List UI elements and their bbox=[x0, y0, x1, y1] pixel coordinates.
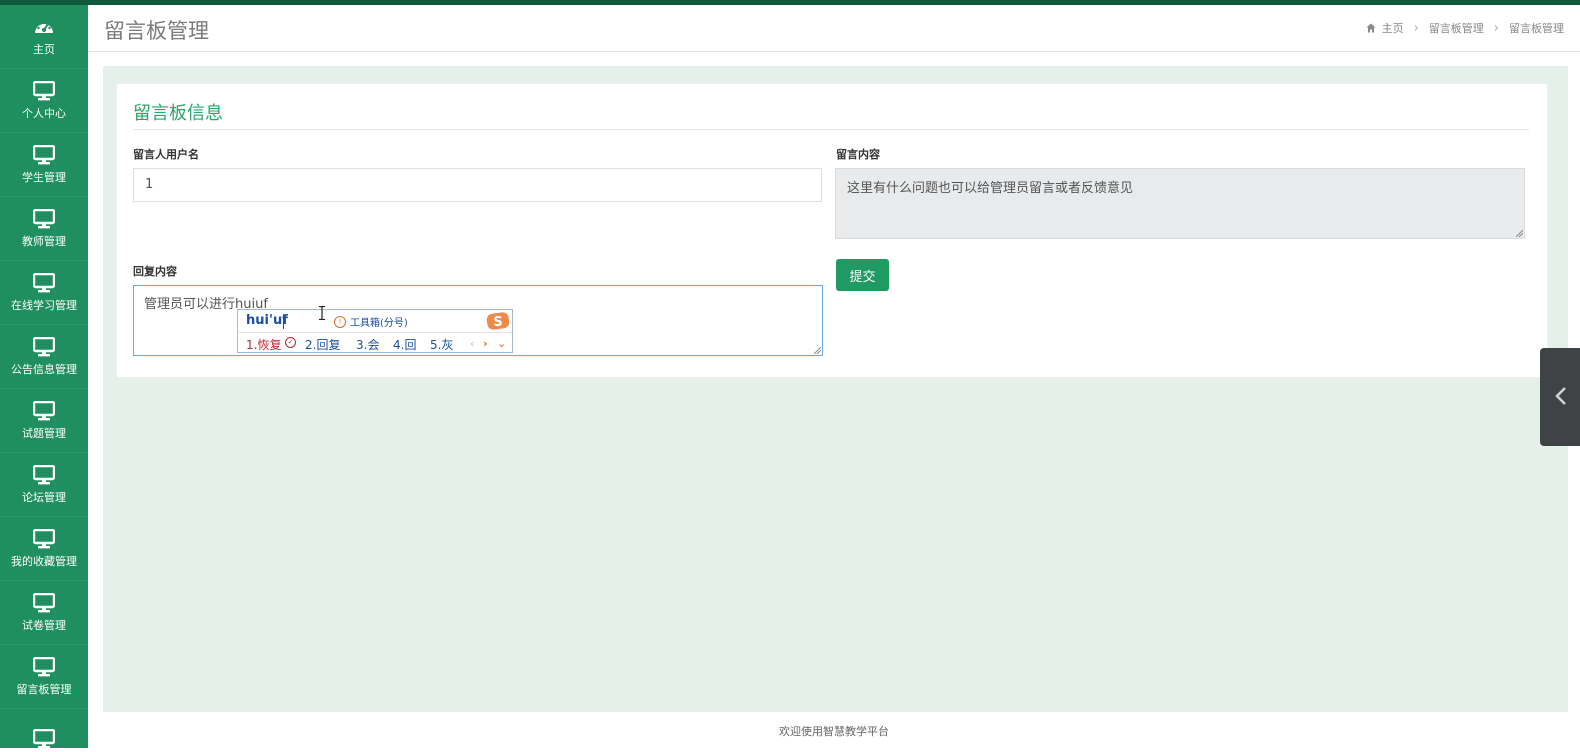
info-icon: ! bbox=[334, 315, 346, 328]
footer-text: 欢迎使用智慧教学平台 bbox=[779, 725, 889, 738]
sidebar-item-personal-center[interactable]: 个人中心 bbox=[0, 69, 88, 133]
breadcrumb-home[interactable]: 主页 bbox=[1382, 20, 1404, 36]
breadcrumb: 主页 › 留言板管理 › 留言板管理 bbox=[1366, 20, 1564, 36]
sidebar-item-more[interactable] bbox=[0, 709, 88, 748]
ime-toolbox-label: 工具箱(分号) bbox=[350, 318, 408, 329]
ime-candidate-3[interactable]: 3.会 bbox=[356, 336, 379, 353]
sidebar-item-label: 学生管理 bbox=[22, 170, 66, 184]
sidebar-item-label: 主页 bbox=[33, 42, 55, 56]
monitor-icon bbox=[33, 144, 55, 164]
resize-handle-icon[interactable] bbox=[814, 347, 821, 354]
sogou-logo-icon: S bbox=[486, 312, 510, 330]
ime-caret bbox=[283, 314, 284, 329]
divider bbox=[133, 129, 1529, 130]
dashboard-icon bbox=[35, 21, 53, 33]
sidebar-item-label: 公告信息管理 bbox=[11, 362, 77, 376]
sidebar-item-exam-papers[interactable]: 试卷管理 bbox=[0, 581, 88, 645]
monitor-icon bbox=[33, 528, 55, 548]
ime-toolbox[interactable]: ! 工具箱(分号) bbox=[334, 314, 408, 329]
chevron-right-icon: › bbox=[1413, 20, 1419, 36]
sidebar-item-questions[interactable]: 试题管理 bbox=[0, 389, 88, 453]
footer: 欢迎使用智慧教学平台 bbox=[88, 712, 1580, 748]
chevron-right-icon: › bbox=[1493, 20, 1499, 36]
chevron-left-icon bbox=[1555, 387, 1566, 405]
text-cursor-icon bbox=[319, 306, 325, 320]
page-title: 留言板管理 bbox=[104, 19, 209, 43]
ime-prev-icon[interactable]: ‹ bbox=[470, 337, 474, 350]
breadcrumb-section[interactable]: 留言板管理 bbox=[1429, 20, 1484, 36]
home-icon bbox=[1366, 23, 1376, 33]
sidebar-item-online-learning[interactable]: 在线学习管理 bbox=[0, 261, 88, 325]
monitor-icon bbox=[33, 208, 55, 228]
sidebar-item-label: 论坛管理 bbox=[22, 490, 66, 504]
sidebar-item-forum[interactable]: 论坛管理 bbox=[0, 453, 88, 517]
sidebar-item-message-board[interactable]: 留言板管理 bbox=[0, 645, 88, 709]
monitor-icon bbox=[33, 728, 55, 748]
breadcrumb-current: 留言板管理 bbox=[1509, 22, 1564, 35]
ime-composition: hui'uf bbox=[246, 313, 288, 328]
sidebar-item-label: 在线学习管理 bbox=[11, 298, 77, 312]
username-label: 留言人用户名 bbox=[133, 148, 199, 161]
monitor-icon bbox=[33, 336, 55, 356]
sidebar-item-label: 留言板管理 bbox=[16, 682, 72, 696]
page-header: 留言板管理 主页 › 留言板管理 › 留言板管理 bbox=[88, 5, 1580, 52]
ime-candidates-row: 1.恢复 ✓ 2.回复 3.会 4.回 5.灰 ‹ › ⌄ bbox=[238, 332, 512, 353]
check-icon: ✓ bbox=[285, 337, 296, 348]
content-label: 留言内容 bbox=[836, 148, 880, 161]
ime-candidate-popup: hui'uf ! 工具箱(分号) S 1.恢复 ✓ 2.回复 3.会 4.回 5… bbox=[237, 309, 513, 353]
sidebar: 主页 个人中心 学生管理 教师管理 在线学习管理 公告信息管理 试题管理 论坛管… bbox=[0, 5, 88, 748]
ime-candidate-1[interactable]: 1.恢复 bbox=[246, 336, 281, 353]
monitor-icon bbox=[33, 464, 55, 484]
sidebar-item-label: 试卷管理 bbox=[22, 618, 66, 632]
sidebar-item-favorites[interactable]: 我的收藏管理 bbox=[0, 517, 88, 581]
monitor-icon bbox=[33, 272, 55, 292]
monitor-icon bbox=[33, 400, 55, 420]
panel-title: 留言板信息 bbox=[133, 103, 223, 124]
ime-candidate-2[interactable]: 2.回复 bbox=[305, 336, 340, 353]
monitor-icon bbox=[33, 592, 55, 612]
svg-text:S: S bbox=[493, 315, 502, 330]
sidebar-item-home[interactable]: 主页 bbox=[0, 5, 88, 69]
sidebar-item-teachers[interactable]: 教师管理 bbox=[0, 197, 88, 261]
sidebar-item-label: 教师管理 bbox=[22, 234, 66, 248]
ime-candidate-4[interactable]: 4.回 bbox=[393, 336, 416, 353]
ime-expand-icon[interactable]: ⌄ bbox=[497, 337, 506, 350]
message-content-field[interactable]: 这里有什么问题也可以给管理员留言或者反馈意见 bbox=[835, 168, 1525, 239]
username-field[interactable]: 1 bbox=[133, 168, 822, 202]
ime-candidate-5[interactable]: 5.灰 bbox=[430, 336, 453, 353]
monitor-icon bbox=[33, 80, 55, 100]
sidebar-item-label: 我的收藏管理 bbox=[11, 554, 77, 568]
message-content-text: 这里有什么问题也可以给管理员留言或者反馈意见 bbox=[847, 181, 1134, 196]
submit-button[interactable]: 提交 bbox=[836, 259, 889, 291]
sidebar-item-students[interactable]: 学生管理 bbox=[0, 133, 88, 197]
ime-next-icon[interactable]: › bbox=[483, 337, 488, 350]
resize-handle-icon[interactable] bbox=[1516, 230, 1523, 237]
side-drawer-toggle[interactable] bbox=[1540, 348, 1580, 446]
sidebar-item-label: 个人中心 bbox=[22, 106, 66, 120]
sidebar-item-announcements[interactable]: 公告信息管理 bbox=[0, 325, 88, 389]
sidebar-item-label: 试题管理 bbox=[22, 426, 66, 440]
monitor-icon bbox=[33, 656, 55, 676]
reply-label: 回复内容 bbox=[133, 265, 177, 278]
